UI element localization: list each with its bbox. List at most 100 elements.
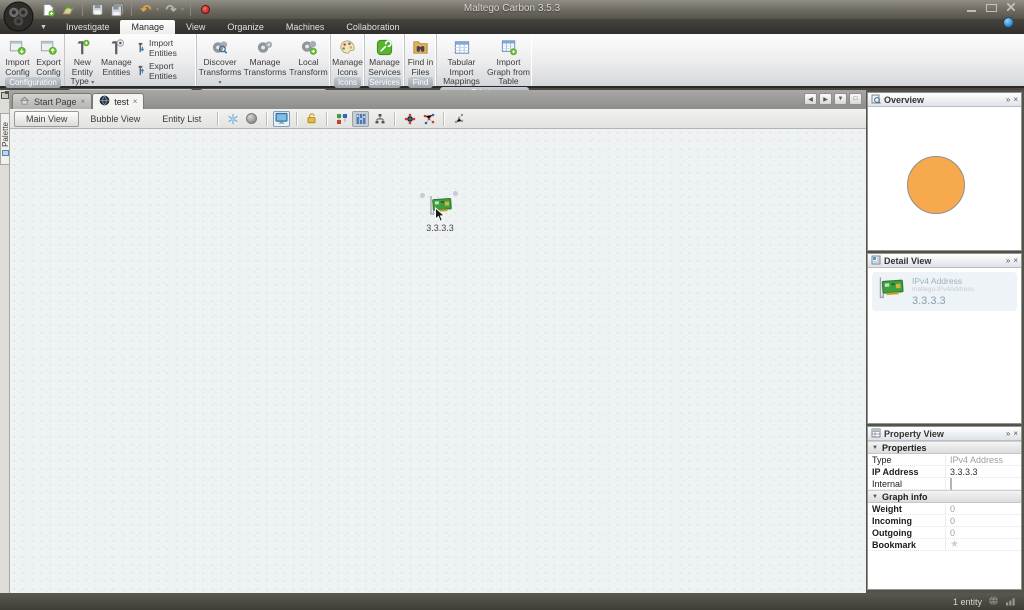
bookmark-star-icon[interactable]: ★ — [950, 539, 959, 550]
doc-tab-start-page[interactable]: Start Page × — [12, 93, 92, 109]
toolbar-separator — [394, 112, 395, 126]
property-value-outgoing[interactable]: 0 — [946, 528, 1021, 538]
main-content: Palette Start Page × test — [0, 90, 1024, 593]
minimize-button[interactable] — [965, 3, 978, 13]
group-label-find: Find — [408, 77, 433, 88]
help-globe-icon[interactable] — [1003, 17, 1014, 28]
overview-body[interactable] — [868, 107, 1021, 250]
import-graph-from-table-button[interactable]: Import Graph from Table — [486, 35, 532, 87]
layout-tree-icon[interactable] — [371, 111, 388, 127]
next-tab-button[interactable]: ▶ — [819, 93, 832, 105]
property-row-outgoing: Outgoing 0 — [868, 527, 1021, 539]
pause-layout-icon[interactable] — [243, 111, 260, 127]
graph-canvas[interactable]: 3.3.3.3 — [10, 129, 866, 593]
manage-transforms-button[interactable]: Manage Transforms — [243, 35, 288, 77]
manage-icons-button[interactable]: Manage Icons — [331, 35, 364, 77]
overview-panel-title[interactable]: Overview » × — [868, 93, 1021, 107]
layout-circular-icon[interactable] — [401, 111, 418, 127]
panel-close-icon[interactable]: × — [1013, 96, 1018, 104]
import-entities-icon — [135, 42, 146, 55]
maximize-button[interactable] — [985, 3, 998, 13]
overview-viewport-circle[interactable] — [907, 156, 965, 214]
palette-icon — [2, 150, 9, 156]
import-config-button[interactable]: Import Config — [2, 35, 33, 77]
tab-list-button[interactable]: ▼ — [834, 93, 847, 105]
tabular-import-mappings-icon — [452, 37, 472, 57]
layout-organic-icon[interactable] — [420, 111, 437, 127]
local-transform-button[interactable]: Local Transform — [288, 35, 330, 77]
window-title: Maltego Carbon 3.5.3 — [0, 3, 1024, 14]
layout-interactive-icon[interactable] — [450, 111, 467, 127]
app-menu-icon[interactable]: ▼ — [40, 24, 47, 31]
property-row-ip-address: IP Address 3.3.3.3 — [868, 466, 1021, 478]
close-button[interactable] — [1005, 3, 1018, 13]
layout-block-icon[interactable] — [333, 111, 350, 127]
detail-entity-card[interactable]: IPv4 Address maltego.IPv4Address 3.3.3.3 — [872, 272, 1017, 311]
internal-checkbox[interactable] — [950, 478, 952, 490]
tab-organize[interactable]: Organize — [216, 20, 275, 34]
dropdown-caret-icon: ▾ — [218, 80, 221, 86]
layout-hierarchical-icon[interactable] — [352, 111, 369, 127]
lock-icon[interactable] — [303, 111, 320, 127]
find-in-files-button[interactable]: Find in Files — [405, 35, 436, 77]
property-value-weight[interactable]: 0 — [946, 504, 1021, 514]
status-globe-icon[interactable] — [988, 593, 999, 610]
prev-tab-button[interactable]: ◀ — [804, 93, 817, 105]
panel-collapse-icon[interactable]: » — [1006, 96, 1010, 104]
close-tab-icon[interactable]: × — [133, 97, 138, 106]
tab-investigate[interactable]: Investigate — [55, 20, 121, 34]
freeze-layout-icon[interactable] — [224, 111, 241, 127]
detail-entity-type-id: maltego.IPv4Address — [912, 286, 974, 293]
section-properties[interactable]: ▼ Properties — [868, 441, 1021, 454]
ribbon-group-configuration: Import Config Export Config Configuratio… — [2, 34, 64, 86]
full-screen-view-icon[interactable] — [273, 111, 290, 127]
property-view-panel-title[interactable]: Property View » × — [868, 427, 1021, 441]
dock-window-icon[interactable] — [1, 92, 9, 99]
manage-entities-button[interactable]: Manage Entities — [100, 35, 133, 77]
tab-view[interactable]: View — [175, 20, 216, 34]
tabular-import-mappings-button[interactable]: Tabular Import Mappings — [438, 35, 486, 87]
status-memory-icon[interactable] — [1005, 593, 1016, 610]
app-logo[interactable] — [3, 1, 34, 32]
detail-view-panel-title[interactable]: Detail View » × — [868, 254, 1021, 268]
home-icon — [19, 95, 30, 108]
ribbon-group-tabular: Tabular Import Mappings Import Graph fro… — [436, 34, 532, 86]
export-entities-button[interactable]: Export Entities — [135, 61, 192, 81]
new-entity-type-button[interactable]: New Entity Type ▾ — [65, 35, 100, 89]
import-config-icon — [8, 37, 27, 57]
panel-close-icon[interactable]: × — [1013, 257, 1018, 265]
toolbar-separator — [296, 112, 297, 126]
panel-close-icon[interactable]: × — [1013, 430, 1018, 438]
document-area: Start Page × test × ◀ ▶ ▼ □ — [10, 90, 866, 593]
ribbon: Import Config Export Config Configuratio… — [0, 34, 1024, 88]
tab-manage[interactable]: Manage — [120, 20, 175, 34]
group-label-configuration: Configuration — [5, 77, 61, 88]
property-value-ip-address[interactable]: 3.3.3.3 — [946, 467, 1021, 477]
ribbon-group-icons: Manage Icons Icons — [330, 34, 364, 86]
export-config-icon — [39, 37, 58, 57]
manage-services-button[interactable]: Manage Services — [366, 35, 404, 77]
import-entities-button[interactable]: Import Entities — [135, 38, 192, 58]
import-graph-from-table-icon — [499, 37, 519, 57]
overview-icon — [871, 91, 881, 109]
view-tab-bubble[interactable]: Bubble View — [79, 112, 151, 126]
section-graph-info[interactable]: ▼ Graph info — [868, 490, 1021, 503]
view-tab-entity-list[interactable]: Entity List — [151, 112, 212, 126]
panel-collapse-icon[interactable]: » — [1006, 430, 1010, 438]
maximize-view-button[interactable]: □ — [849, 93, 862, 105]
tab-collaboration[interactable]: Collaboration — [335, 20, 410, 34]
panel-collapse-icon[interactable]: » — [1006, 257, 1010, 265]
view-tab-main[interactable]: Main View — [14, 111, 79, 127]
property-value-type[interactable]: IPv4 Address — [946, 455, 1021, 465]
palette-dock-tab[interactable]: Palette — [0, 113, 9, 165]
export-config-button[interactable]: Export Config — [33, 35, 64, 77]
close-tab-icon[interactable]: × — [81, 97, 86, 106]
overview-panel: Overview » × — [867, 92, 1022, 251]
tab-machines[interactable]: Machines — [275, 20, 336, 34]
doc-tab-test[interactable]: test × — [92, 93, 144, 109]
manage-services-icon — [375, 37, 394, 57]
ribbon-tab-bar: ▼ Investigate Manage View Organize Machi… — [0, 19, 1024, 34]
title-bar[interactable]: ↶ ▾ ↷ ▾ Maltego Carbon 3.5.3 — [0, 0, 1024, 19]
discover-transforms-button[interactable]: Discover Transforms ▾ — [198, 35, 243, 89]
property-value-incoming[interactable]: 0 — [946, 516, 1021, 526]
